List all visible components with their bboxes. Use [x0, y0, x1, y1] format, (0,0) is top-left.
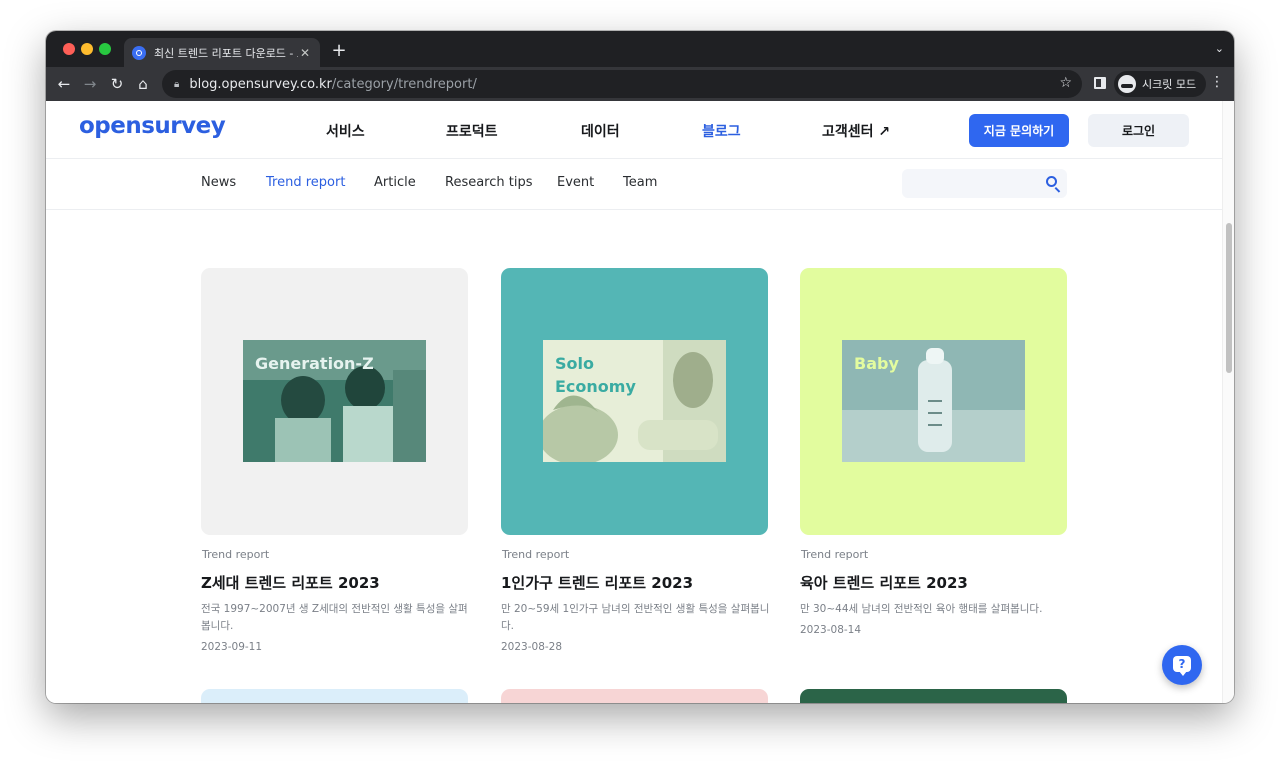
post-thumbnail[interactable]: Solo Economy: [501, 268, 768, 535]
web-page: opensurvey 서비스 프로덕트 데이터 블로그 고객센터 ↗ 지금 문의…: [46, 101, 1222, 703]
post-date: 2023-08-28: [501, 641, 563, 653]
thumb-label: Baby: [854, 354, 899, 373]
post-category: Trend report: [502, 548, 570, 561]
side-panel-icon[interactable]: [1094, 77, 1106, 89]
incognito-indicator[interactable]: 시크릿 모드: [1114, 71, 1207, 97]
question-chat-icon: ?: [1173, 656, 1191, 676]
browser-toolbar: ← → ↻ ⌂ 🔒︎ blog.opensurvey.co.kr/categor…: [46, 67, 1234, 101]
help-chat-button[interactable]: ?: [1162, 645, 1202, 685]
post-title[interactable]: Z세대 트렌드 리포트 2023: [201, 572, 380, 593]
post-thumbnail[interactable]: Baby: [800, 268, 1067, 535]
post-date: 2023-08-14: [800, 624, 862, 636]
post-image-solo-economy: Solo Economy: [543, 340, 726, 462]
category-news[interactable]: News: [201, 175, 236, 190]
post-thumbnail-partial[interactable]: [501, 689, 768, 703]
opensurvey-logo[interactable]: opensurvey: [79, 113, 226, 139]
back-arrow-icon[interactable]: ←: [54, 74, 74, 94]
post-thumbnail-partial[interactable]: [800, 689, 1067, 703]
post-title[interactable]: 1인가구 트렌드 리포트 2023: [501, 572, 693, 593]
menu-service[interactable]: 서비스: [326, 121, 365, 141]
login-button[interactable]: 로그인: [1088, 114, 1189, 147]
address-bar[interactable]: 🔒︎ blog.opensurvey.co.kr/category/trendr…: [162, 70, 1082, 98]
search-input[interactable]: [910, 174, 1030, 193]
post-card[interactable]: Generation-Z Trend report Z세대 트렌드 리포트 20…: [201, 268, 468, 653]
post-description: 전국 1997~2007년 생 Z세대의 전반적인 생활 특성을 살펴봅니다.: [201, 603, 468, 632]
tab-search-chevron-icon[interactable]: ⌄: [1215, 42, 1224, 55]
post-date: 2023-09-11: [201, 641, 263, 653]
url-host: blog.opensurvey.co.kr: [189, 76, 332, 92]
reload-icon[interactable]: ↻: [107, 74, 127, 94]
url-path: /category/trendreport/: [331, 76, 477, 92]
close-window-button[interactable]: [63, 43, 75, 55]
page-scrollbar[interactable]: [1222, 101, 1234, 703]
post-thumbnail-partial[interactable]: [201, 689, 468, 703]
tab-strip: 최신 트렌드 리포트 다운로드 - 오픈서베이 ✕ + ⌄: [46, 31, 1234, 67]
post-description: 만 20~59세 1인가구 남녀의 전반적인 생활 특성을 살펴봅니다.: [501, 603, 770, 632]
browser-window: 최신 트렌드 리포트 다운로드 - 오픈서베이 ✕ + ⌄ ← → ↻ ⌂ 🔒︎…: [46, 31, 1234, 703]
category-trend-report[interactable]: Trend report: [266, 175, 345, 190]
post-description: 만 30~44세 남녀의 전반적인 육아 행태를 살펴봅니다.: [800, 603, 1043, 615]
post-card[interactable]: Solo Economy Trend report 1인가구 트렌드 리포트 2…: [501, 268, 769, 653]
category-research-tips[interactable]: Research tips: [445, 175, 533, 190]
new-tab-plus-icon[interactable]: +: [330, 40, 348, 61]
menu-product[interactable]: 프로덕트: [446, 121, 498, 141]
post-category: Trend report: [801, 548, 869, 561]
browser-menu-icon[interactable]: ⋮: [1210, 74, 1224, 90]
post-image-generation-z: Generation-Z: [243, 340, 426, 462]
category-team[interactable]: Team: [623, 175, 657, 190]
blog-search[interactable]: [902, 169, 1067, 198]
thumb-label: Solo Economy: [555, 354, 636, 396]
contact-button[interactable]: 지금 문의하기: [969, 114, 1069, 147]
post-category: Trend report: [202, 548, 270, 561]
global-header: opensurvey 서비스 프로덕트 데이터 블로그 고객센터 ↗ 지금 문의…: [46, 101, 1222, 159]
close-tab-icon[interactable]: ✕: [298, 46, 312, 60]
post-image-baby: Baby: [842, 340, 1025, 462]
menu-support[interactable]: 고객센터 ↗: [822, 121, 890, 141]
category-nav: News Trend report Article Research tips …: [46, 160, 1222, 210]
category-article[interactable]: Article: [374, 175, 416, 190]
home-icon[interactable]: ⌂: [133, 74, 153, 94]
lock-icon: 🔒︎: [174, 78, 180, 90]
bookmark-star-icon[interactable]: ☆: [1059, 75, 1072, 91]
forward-arrow-icon[interactable]: →: [80, 74, 100, 94]
menu-data[interactable]: 데이터: [581, 121, 620, 141]
menu-blog[interactable]: 블로그: [702, 121, 741, 141]
incognito-label: 시크릿 모드: [1142, 78, 1197, 91]
search-icon[interactable]: [1046, 176, 1057, 187]
post-card[interactable]: Baby Trend report 육아 트렌드 리포트 2023 만 30~4…: [800, 268, 1067, 636]
minimize-window-button[interactable]: [81, 43, 93, 55]
incognito-icon: [1118, 75, 1136, 93]
browser-tab[interactable]: 최신 트렌드 리포트 다운로드 - 오픈서베이 ✕: [124, 38, 320, 67]
thumb-label: Generation-Z: [255, 354, 374, 373]
post-title[interactable]: 육아 트렌드 리포트 2023: [800, 572, 968, 593]
scrollbar-thumb[interactable]: [1226, 223, 1232, 373]
tab-title: 최신 트렌드 리포트 다운로드 - 오픈서베이: [154, 46, 298, 60]
post-thumbnail[interactable]: Generation-Z: [201, 268, 468, 535]
category-event[interactable]: Event: [557, 175, 594, 190]
opensurvey-favicon-icon: [132, 45, 146, 60]
maximize-window-button[interactable]: [99, 43, 111, 55]
